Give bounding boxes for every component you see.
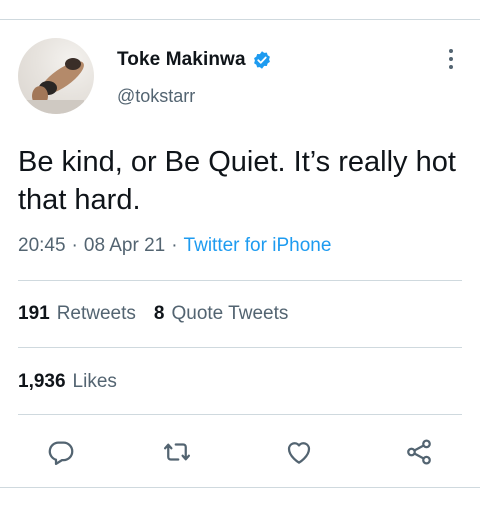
divider (18, 347, 462, 348)
stats-row: 191 Retweets 8 Quote Tweets (18, 303, 288, 325)
tweet-meta: 20:45 · 08 Apr 21 · Twitter for iPhone (18, 235, 331, 257)
avatar-photo (24, 58, 84, 114)
likes-stat[interactable]: 1,936 Likes (18, 371, 117, 393)
retweets-label: Retweets (56, 303, 136, 324)
likes-count: 1,936 (18, 371, 66, 392)
avatar[interactable] (18, 38, 94, 114)
share-icon[interactable] (404, 437, 434, 467)
heart-icon[interactable] (284, 437, 314, 467)
more-vertical-icon[interactable] (446, 49, 456, 75)
retweets-count: 191 (18, 303, 50, 324)
quote-label: Quote Tweets (171, 303, 289, 324)
tweet-date[interactable]: 08 Apr 21 (84, 235, 165, 257)
top-divider (0, 19, 480, 20)
divider (18, 414, 462, 415)
tweet-time[interactable]: 20:45 (18, 235, 66, 257)
verified-badge-icon (252, 50, 272, 70)
meta-separator: · (171, 235, 178, 256)
tweet-source[interactable]: Twitter for iPhone (184, 235, 332, 257)
author-row: Toke Makinwa (117, 49, 272, 71)
likes-label: Likes (72, 371, 117, 392)
author-handle[interactable]: @tokstarr (117, 86, 195, 107)
retweets-stat[interactable]: 191 Retweets (18, 303, 136, 325)
retweet-icon[interactable] (162, 437, 192, 467)
bottom-divider (0, 487, 480, 488)
author-name[interactable]: Toke Makinwa (117, 49, 246, 71)
divider (18, 280, 462, 281)
quote-count: 8 (153, 303, 165, 324)
quote-tweets-stat[interactable]: 8 Quote Tweets (154, 303, 288, 325)
meta-separator: · (71, 235, 78, 256)
tweet-text: Be kind, or Be Quiet. It’s really hot th… (18, 146, 456, 216)
reply-icon[interactable] (46, 437, 76, 467)
